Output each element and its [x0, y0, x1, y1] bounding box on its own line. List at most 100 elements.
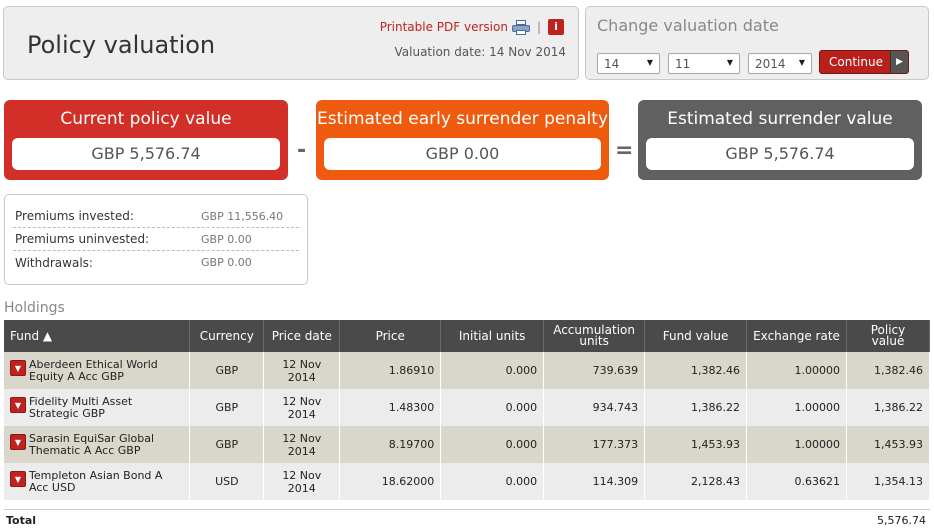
play-arrow-icon: ▶: [890, 51, 908, 73]
surrender-penalty-box: Estimated early surrender penalty GBP 0.…: [316, 100, 609, 180]
currency-cell: GBP: [189, 389, 265, 426]
fund-value-cell: 1,453.93: [644, 426, 748, 463]
summary-row: Premiums uninvested: GBP 0.00: [13, 228, 299, 251]
day-value: 14: [604, 57, 620, 71]
fund-value-cell: 1,386.22: [644, 389, 748, 426]
price-cell: 1.48300: [339, 389, 442, 426]
table-row: ▼ Aberdeen Ethical World Equity A Acc GBP…: [4, 352, 931, 389]
summary-label: Premiums invested:: [15, 209, 134, 223]
equals-operator: =: [615, 138, 634, 163]
month-value: 11: [675, 57, 691, 71]
col-initial-units[interactable]: Initial units: [440, 320, 545, 352]
policy-value-cell: 1,382.46: [846, 352, 931, 389]
price-cell: 8.19700: [339, 426, 442, 463]
price-date-cell: 12 Nov 2014: [263, 426, 341, 463]
table-row: ▼ Templeton Asian Bond A Acc USD USD 12 N…: [4, 463, 931, 500]
accumulation-units-cell: 739.639: [543, 352, 646, 389]
col-policy-value[interactable]: Policy value: [846, 320, 931, 352]
col-fund-value[interactable]: Fund value: [644, 320, 748, 352]
expand-icon[interactable]: ▼: [10, 396, 26, 413]
policy-valuation-panel: Policy valuation Printable PDF version |…: [3, 6, 579, 80]
exchange-rate-cell: 1.00000: [746, 389, 847, 426]
summary-row: Premiums invested: GBP 11,556.40: [13, 205, 299, 228]
summary-row: Withdrawals: GBP 0.00: [13, 251, 299, 274]
fund-cell: ▼ Aberdeen Ethical World Equity A Acc GBP: [4, 352, 191, 389]
currency-cell: GBP: [189, 352, 265, 389]
year-value: 2014: [755, 57, 786, 71]
exchange-rate-cell: 0.63621: [746, 463, 847, 500]
price-date-cell: 12 Nov 2014: [263, 463, 341, 500]
expand-icon[interactable]: ▼: [10, 433, 26, 450]
summary-value: GBP 11,556.40: [201, 209, 284, 223]
fund-cell: ▼ Templeton Asian Bond A Acc USD: [4, 463, 191, 500]
separator: |: [536, 20, 541, 34]
currency-cell: GBP: [189, 426, 265, 463]
expand-icon[interactable]: ▼: [10, 359, 26, 376]
current-policy-value: GBP 5,576.74: [12, 138, 280, 170]
initial-units-cell: 0.000: [440, 389, 545, 426]
price-cell: 18.62000: [339, 463, 442, 500]
surrender-value: GBP 5,576.74: [646, 138, 914, 170]
change-date-title: Change valuation date: [597, 16, 779, 35]
initial-units-cell: 0.000: [440, 352, 545, 389]
initial-units-cell: 0.000: [440, 463, 545, 500]
table-row: ▼ Sarasin EquiSar Global Thematic A Acc G…: [4, 426, 931, 463]
fund-name[interactable]: Aberdeen Ethical World Equity A Acc GBP: [29, 358, 183, 383]
page-title: Policy valuation: [27, 31, 216, 59]
summary-label: Premiums uninvested:: [15, 232, 150, 246]
total-row: Total 5,576.74: [4, 509, 930, 530]
total-value: 5,576.74: [877, 514, 926, 527]
holdings-header-row: Fund ▲ Currency Price date Price Initial…: [4, 320, 931, 352]
holdings-title: Holdings: [4, 300, 65, 316]
summary-value: GBP 0.00: [201, 232, 252, 246]
surrender-penalty-value: GBP 0.00: [324, 138, 601, 170]
surrender-penalty-label: Estimated early surrender penalty: [316, 109, 609, 129]
current-policy-value-box: Current policy value GBP 5,576.74: [4, 100, 288, 180]
fund-value-cell: 1,382.46: [644, 352, 748, 389]
minus-operator: -: [297, 138, 307, 163]
currency-cell: USD: [189, 463, 265, 500]
col-currency[interactable]: Currency: [189, 320, 265, 352]
col-exchange-rate[interactable]: Exchange rate: [746, 320, 847, 352]
printable-pdf-link[interactable]: Printable PDF version: [380, 20, 508, 34]
price-cell: 1.86910: [339, 352, 442, 389]
col-price[interactable]: Price: [339, 320, 442, 352]
fund-value-cell: 2,128.43: [644, 463, 748, 500]
accumulation-units-cell: 114.309: [543, 463, 646, 500]
accumulation-units-cell: 934.743: [543, 389, 646, 426]
policy-value-cell: 1,453.93: [846, 426, 931, 463]
policy-value-cell: 1,386.22: [846, 389, 931, 426]
col-price-date[interactable]: Price date: [263, 320, 341, 352]
continue-button[interactable]: Continue ▶: [819, 50, 909, 74]
fund-name[interactable]: Templeton Asian Bond A Acc USD: [29, 469, 183, 494]
total-label: Total: [6, 514, 37, 527]
fund-cell: ▼ Fidelity Multi Asset Strategic GBP: [4, 389, 191, 426]
year-select[interactable]: 2014 ▼: [748, 53, 812, 74]
col-accumulation-units[interactable]: Accumulation units: [543, 320, 646, 352]
fund-name[interactable]: Fidelity Multi Asset Strategic GBP: [29, 395, 183, 420]
chevron-down-icon: ▼: [798, 58, 805, 67]
day-select[interactable]: 14 ▼: [597, 53, 660, 74]
month-select[interactable]: 11 ▼: [668, 53, 740, 74]
change-date-panel: Change valuation date 14 ▼ 11 ▼ 2014 ▼ Cont…: [585, 6, 929, 80]
holdings-table: Fund ▲ Currency Price date Price Initial…: [4, 320, 931, 500]
summary-value: GBP 0.00: [201, 256, 252, 269]
premium-summary: Premiums invested: GBP 11,556.40 Premium…: [4, 194, 308, 285]
table-row: ▼ Fidelity Multi Asset Strategic GBP GBP …: [4, 389, 931, 426]
surrender-value-box: Estimated surrender value GBP 5,576.74: [638, 100, 922, 180]
fund-cell: ▼ Sarasin EquiSar Global Thematic A Acc G…: [4, 426, 191, 463]
exchange-rate-cell: 1.00000: [746, 352, 847, 389]
continue-label: Continue: [829, 55, 883, 69]
col-fund[interactable]: Fund ▲: [4, 320, 191, 352]
exchange-rate-cell: 1.00000: [746, 426, 847, 463]
price-date-cell: 12 Nov 2014: [263, 389, 341, 426]
printer-icon[interactable]: [511, 19, 530, 35]
info-icon[interactable]: i: [548, 19, 564, 35]
chevron-down-icon: ▼: [726, 58, 733, 67]
fund-name[interactable]: Sarasin EquiSar Global Thematic A Acc GB…: [29, 432, 183, 457]
surrender-value-label: Estimated surrender value: [667, 109, 893, 129]
initial-units-cell: 0.000: [440, 426, 545, 463]
chevron-down-icon: ▼: [646, 58, 653, 67]
expand-icon[interactable]: ▼: [10, 470, 26, 487]
accumulation-units-cell: 177.373: [543, 426, 646, 463]
